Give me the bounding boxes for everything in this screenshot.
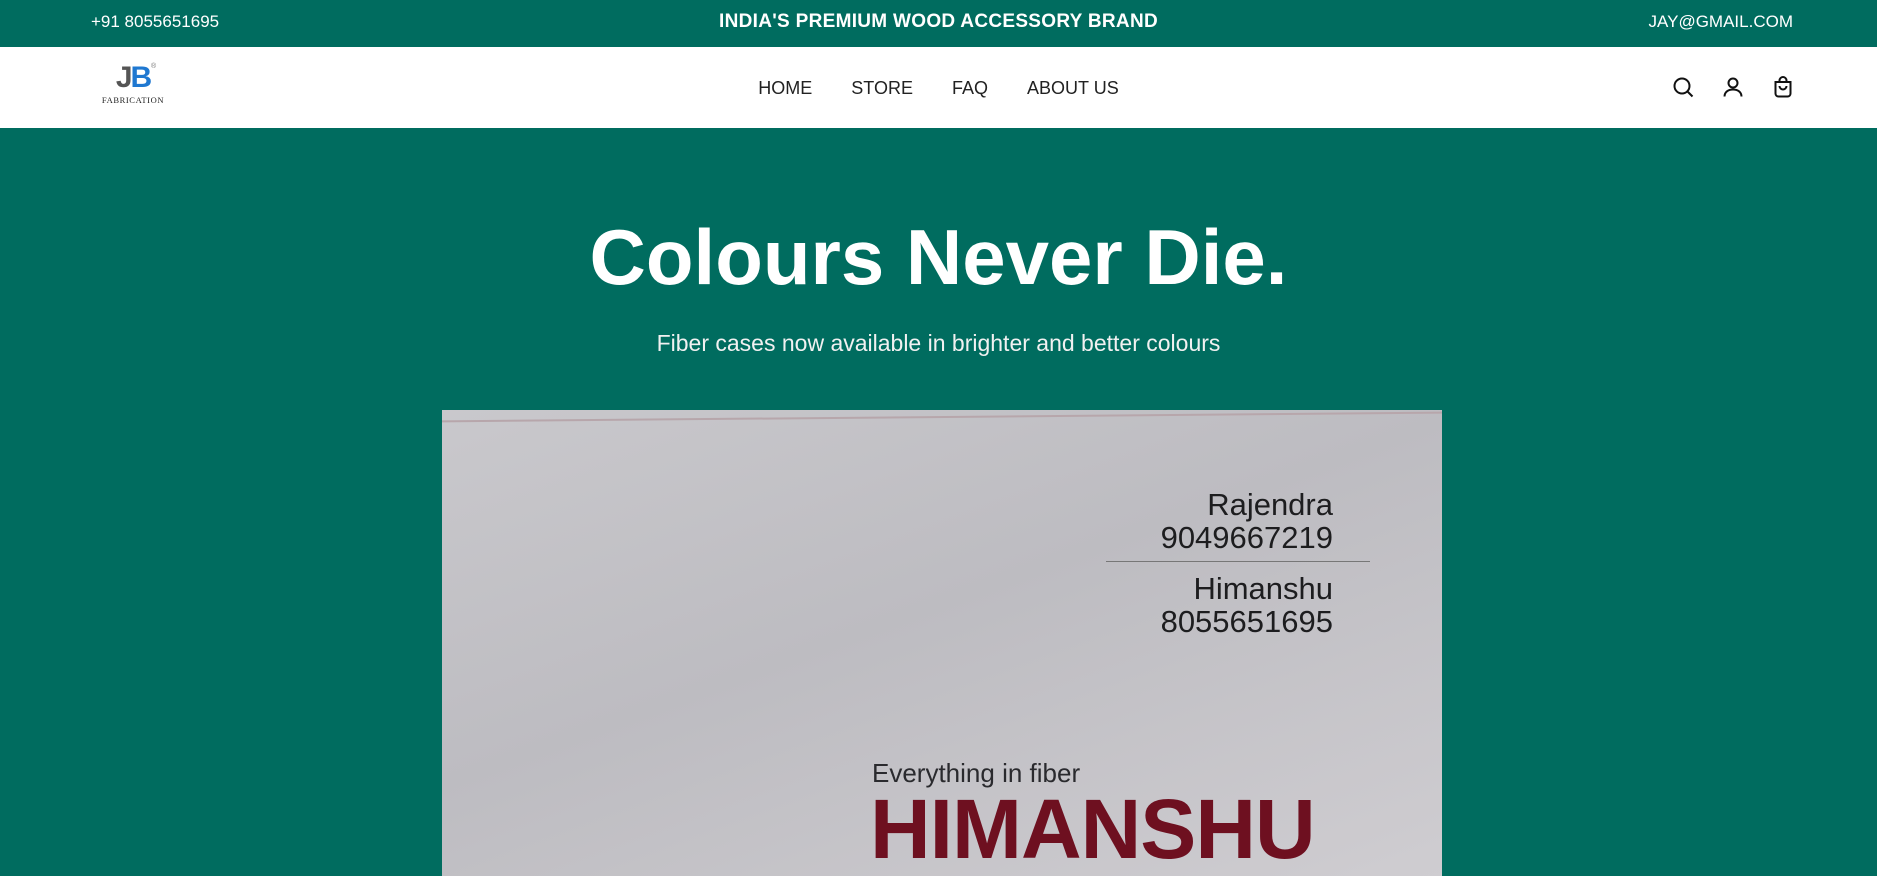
logo-registered-mark: ® <box>151 63 157 70</box>
search-icon[interactable] <box>1671 75 1695 99</box>
card-contact-1-name: Rajendra <box>1207 487 1333 522</box>
hero-section: Colours Never Die. Fiber cases now avail… <box>0 128 1877 876</box>
nav-store[interactable]: STORE <box>851 78 913 99</box>
header-icons <box>1671 75 1795 99</box>
card-top-edge <box>442 411 1442 423</box>
hero-subtitle: Fiber cases now available in brighter an… <box>656 330 1221 356</box>
card-contact-2-name: Himanshu <box>1193 571 1333 606</box>
account-icon[interactable] <box>1721 75 1745 99</box>
main-nav: HOME STORE FAQ ABOUT US <box>0 78 1877 99</box>
hero-title: Colours Never Die. <box>589 213 1288 301</box>
card-contact-2: Himanshu 8055651695 <box>1161 572 1333 638</box>
hero-image: Rajendra 9049667219 Himanshu 8055651695 … <box>442 410 1442 876</box>
card-brand-name: HIMANSHU <box>870 782 1316 876</box>
card-divider <box>1106 561 1370 562</box>
nav-faq[interactable]: FAQ <box>952 78 988 99</box>
announcement-bar: +91 8055651695 INDIA'S PREMIUM WOOD ACCE… <box>0 0 1877 47</box>
announcement-email[interactable]: JAY@GMAIL.COM <box>1649 12 1793 32</box>
site-header: JB ® FABRICATION HOME STORE FAQ ABOUT US <box>0 47 1877 128</box>
nav-about-us[interactable]: ABOUT US <box>1027 78 1119 99</box>
nav-home[interactable]: HOME <box>758 78 812 99</box>
card-contact-2-phone: 8055651695 <box>1160 604 1333 639</box>
cart-icon[interactable] <box>1771 75 1795 99</box>
card-contact-1: Rajendra 9049667219 <box>1161 488 1333 554</box>
card-contact-1-phone: 9049667219 <box>1160 520 1333 555</box>
announcement-brand-text: INDIA'S PREMIUM WOOD ACCESSORY BRAND <box>719 11 1158 32</box>
